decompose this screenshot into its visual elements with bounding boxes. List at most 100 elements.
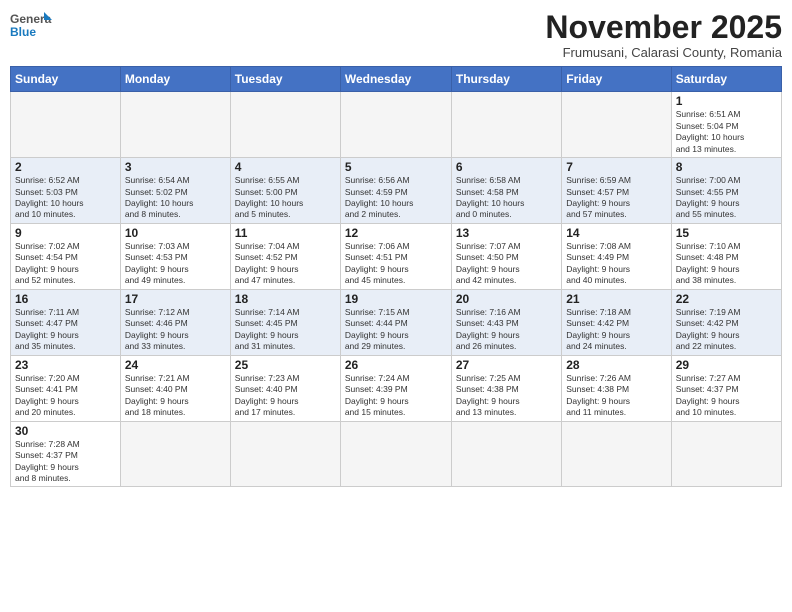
calendar-cell xyxy=(230,421,340,487)
day-number: 5 xyxy=(345,160,447,174)
day-number: 4 xyxy=(235,160,336,174)
day-number: 22 xyxy=(676,292,777,306)
day-number: 17 xyxy=(125,292,226,306)
calendar-cell: 2Sunrise: 6:52 AM Sunset: 5:03 PM Daylig… xyxy=(11,158,121,224)
calendar-week-row: 30Sunrise: 7:28 AM Sunset: 4:37 PM Dayli… xyxy=(11,421,782,487)
day-number: 3 xyxy=(125,160,226,174)
calendar-cell xyxy=(340,421,451,487)
day-info: Sunrise: 6:52 AM Sunset: 5:03 PM Dayligh… xyxy=(15,175,116,221)
calendar-cell xyxy=(671,421,781,487)
calendar-week-row: 9Sunrise: 7:02 AM Sunset: 4:54 PM Daylig… xyxy=(11,223,782,289)
calendar-cell: 21Sunrise: 7:18 AM Sunset: 4:42 PM Dayli… xyxy=(562,289,671,355)
day-info: Sunrise: 6:51 AM Sunset: 5:04 PM Dayligh… xyxy=(676,109,777,155)
calendar-cell: 20Sunrise: 7:16 AM Sunset: 4:43 PM Dayli… xyxy=(451,289,561,355)
calendar-cell: 26Sunrise: 7:24 AM Sunset: 4:39 PM Dayli… xyxy=(340,355,451,421)
day-info: Sunrise: 7:27 AM Sunset: 4:37 PM Dayligh… xyxy=(676,373,777,419)
col-sunday: Sunday xyxy=(11,67,121,92)
calendar-cell xyxy=(562,92,671,158)
title-area: November 2025 Frumusani, Calarasi County… xyxy=(545,10,782,60)
calendar-cell: 25Sunrise: 7:23 AM Sunset: 4:40 PM Dayli… xyxy=(230,355,340,421)
day-info: Sunrise: 7:03 AM Sunset: 4:53 PM Dayligh… xyxy=(125,241,226,287)
day-number: 18 xyxy=(235,292,336,306)
col-wednesday: Wednesday xyxy=(340,67,451,92)
calendar-cell: 7Sunrise: 6:59 AM Sunset: 4:57 PM Daylig… xyxy=(562,158,671,224)
day-number: 9 xyxy=(15,226,116,240)
day-info: Sunrise: 7:24 AM Sunset: 4:39 PM Dayligh… xyxy=(345,373,447,419)
header: General Blue November 2025 Frumusani, Ca… xyxy=(10,10,782,60)
calendar-cell: 5Sunrise: 6:56 AM Sunset: 4:59 PM Daylig… xyxy=(340,158,451,224)
calendar-cell: 23Sunrise: 7:20 AM Sunset: 4:41 PM Dayli… xyxy=(11,355,121,421)
calendar-cell xyxy=(230,92,340,158)
logo: General Blue xyxy=(10,10,52,44)
col-tuesday: Tuesday xyxy=(230,67,340,92)
calendar-cell: 29Sunrise: 7:27 AM Sunset: 4:37 PM Dayli… xyxy=(671,355,781,421)
calendar-cell: 19Sunrise: 7:15 AM Sunset: 4:44 PM Dayli… xyxy=(340,289,451,355)
day-info: Sunrise: 7:16 AM Sunset: 4:43 PM Dayligh… xyxy=(456,307,557,353)
calendar-table: Sunday Monday Tuesday Wednesday Thursday… xyxy=(10,66,782,487)
day-info: Sunrise: 7:21 AM Sunset: 4:40 PM Dayligh… xyxy=(125,373,226,419)
calendar-week-row: 1Sunrise: 6:51 AM Sunset: 5:04 PM Daylig… xyxy=(11,92,782,158)
day-number: 29 xyxy=(676,358,777,372)
calendar-cell: 24Sunrise: 7:21 AM Sunset: 4:40 PM Dayli… xyxy=(120,355,230,421)
day-number: 2 xyxy=(15,160,116,174)
day-number: 15 xyxy=(676,226,777,240)
day-number: 27 xyxy=(456,358,557,372)
calendar-cell: 11Sunrise: 7:04 AM Sunset: 4:52 PM Dayli… xyxy=(230,223,340,289)
day-number: 1 xyxy=(676,94,777,108)
day-number: 23 xyxy=(15,358,116,372)
calendar-cell xyxy=(451,92,561,158)
day-number: 12 xyxy=(345,226,447,240)
calendar-cell: 8Sunrise: 7:00 AM Sunset: 4:55 PM Daylig… xyxy=(671,158,781,224)
day-info: Sunrise: 6:55 AM Sunset: 5:00 PM Dayligh… xyxy=(235,175,336,221)
calendar-cell xyxy=(120,92,230,158)
location-subtitle: Frumusani, Calarasi County, Romania xyxy=(545,45,782,60)
day-info: Sunrise: 7:06 AM Sunset: 4:51 PM Dayligh… xyxy=(345,241,447,287)
calendar-week-row: 16Sunrise: 7:11 AM Sunset: 4:47 PM Dayli… xyxy=(11,289,782,355)
calendar-header-row: Sunday Monday Tuesday Wednesday Thursday… xyxy=(11,67,782,92)
day-info: Sunrise: 6:54 AM Sunset: 5:02 PM Dayligh… xyxy=(125,175,226,221)
day-number: 16 xyxy=(15,292,116,306)
day-info: Sunrise: 7:14 AM Sunset: 4:45 PM Dayligh… xyxy=(235,307,336,353)
day-number: 26 xyxy=(345,358,447,372)
calendar-cell: 28Sunrise: 7:26 AM Sunset: 4:38 PM Dayli… xyxy=(562,355,671,421)
day-info: Sunrise: 7:25 AM Sunset: 4:38 PM Dayligh… xyxy=(456,373,557,419)
day-number: 13 xyxy=(456,226,557,240)
calendar-cell xyxy=(11,92,121,158)
day-info: Sunrise: 7:11 AM Sunset: 4:47 PM Dayligh… xyxy=(15,307,116,353)
day-number: 25 xyxy=(235,358,336,372)
calendar-cell: 16Sunrise: 7:11 AM Sunset: 4:47 PM Dayli… xyxy=(11,289,121,355)
day-number: 21 xyxy=(566,292,666,306)
day-number: 11 xyxy=(235,226,336,240)
calendar-cell: 10Sunrise: 7:03 AM Sunset: 4:53 PM Dayli… xyxy=(120,223,230,289)
day-info: Sunrise: 7:19 AM Sunset: 4:42 PM Dayligh… xyxy=(676,307,777,353)
day-info: Sunrise: 7:12 AM Sunset: 4:46 PM Dayligh… xyxy=(125,307,226,353)
day-number: 24 xyxy=(125,358,226,372)
day-number: 30 xyxy=(15,424,116,438)
month-title: November 2025 xyxy=(545,10,782,45)
calendar-cell: 15Sunrise: 7:10 AM Sunset: 4:48 PM Dayli… xyxy=(671,223,781,289)
calendar-cell: 18Sunrise: 7:14 AM Sunset: 4:45 PM Dayli… xyxy=(230,289,340,355)
calendar-cell: 14Sunrise: 7:08 AM Sunset: 4:49 PM Dayli… xyxy=(562,223,671,289)
calendar-cell xyxy=(120,421,230,487)
day-info: Sunrise: 7:00 AM Sunset: 4:55 PM Dayligh… xyxy=(676,175,777,221)
day-info: Sunrise: 7:08 AM Sunset: 4:49 PM Dayligh… xyxy=(566,241,666,287)
day-info: Sunrise: 7:26 AM Sunset: 4:38 PM Dayligh… xyxy=(566,373,666,419)
day-info: Sunrise: 7:04 AM Sunset: 4:52 PM Dayligh… xyxy=(235,241,336,287)
day-info: Sunrise: 7:28 AM Sunset: 4:37 PM Dayligh… xyxy=(15,439,116,485)
generalblue-logo-icon: General Blue xyxy=(10,10,52,44)
calendar-cell xyxy=(451,421,561,487)
day-number: 20 xyxy=(456,292,557,306)
calendar-cell: 6Sunrise: 6:58 AM Sunset: 4:58 PM Daylig… xyxy=(451,158,561,224)
calendar-cell: 27Sunrise: 7:25 AM Sunset: 4:38 PM Dayli… xyxy=(451,355,561,421)
day-info: Sunrise: 6:59 AM Sunset: 4:57 PM Dayligh… xyxy=(566,175,666,221)
col-monday: Monday xyxy=(120,67,230,92)
day-number: 19 xyxy=(345,292,447,306)
day-info: Sunrise: 7:15 AM Sunset: 4:44 PM Dayligh… xyxy=(345,307,447,353)
col-saturday: Saturday xyxy=(671,67,781,92)
day-info: Sunrise: 7:10 AM Sunset: 4:48 PM Dayligh… xyxy=(676,241,777,287)
calendar-cell: 17Sunrise: 7:12 AM Sunset: 4:46 PM Dayli… xyxy=(120,289,230,355)
calendar-cell xyxy=(340,92,451,158)
calendar-cell: 1Sunrise: 6:51 AM Sunset: 5:04 PM Daylig… xyxy=(671,92,781,158)
calendar-cell: 30Sunrise: 7:28 AM Sunset: 4:37 PM Dayli… xyxy=(11,421,121,487)
day-info: Sunrise: 7:18 AM Sunset: 4:42 PM Dayligh… xyxy=(566,307,666,353)
